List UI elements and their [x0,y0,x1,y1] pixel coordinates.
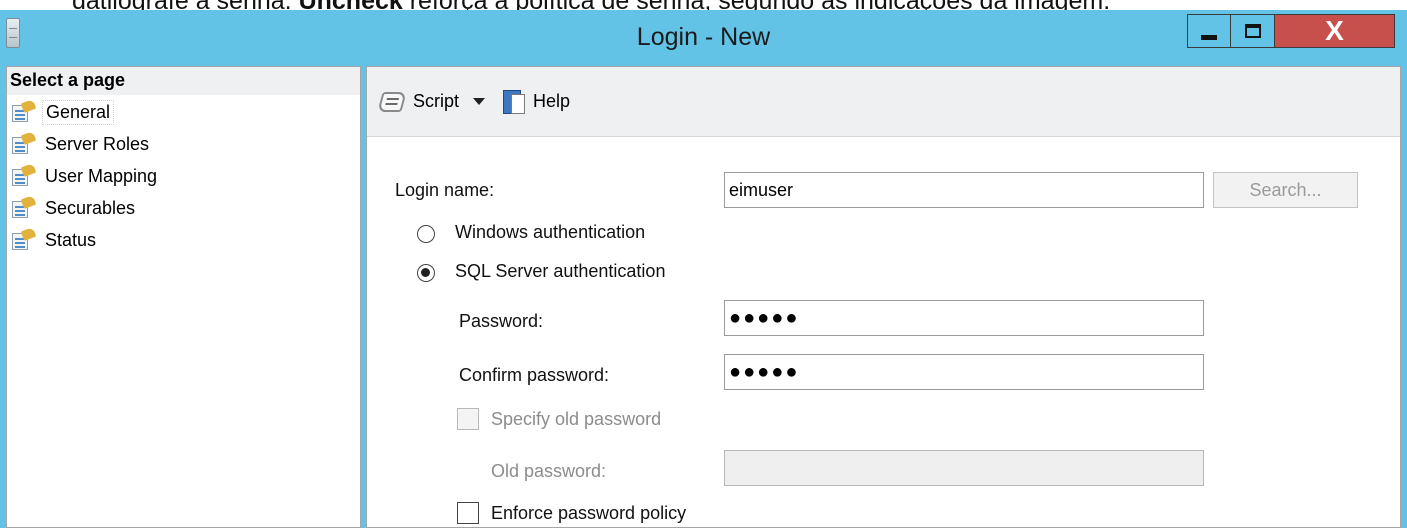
minimize-button[interactable] [1187,14,1231,48]
login-name-input[interactable]: eimuser [724,172,1204,208]
chevron-down-icon[interactable] [473,98,486,105]
sidebar-item-label: Status [45,229,97,250]
sidebar-item-user-mapping[interactable]: User Mapping [7,160,360,192]
sidebar-item-label: User Mapping [45,165,158,186]
minimize-icon [1201,34,1217,40]
enforce-password-policy-label: Enforce password policy [491,503,687,523]
script-button[interactable]: Script [377,89,491,115]
close-icon: X [1325,15,1344,46]
confirm-password-input[interactable]: ●●●●● [724,354,1204,390]
sidebar-item-securables[interactable]: Securables [7,192,360,224]
old-password-label: Old password: [491,461,607,481]
help-icon [501,88,527,116]
page-selector-panel: Select a page General Server Roles User … [6,66,361,528]
page-icon [10,227,37,251]
page-icon [10,163,37,187]
page-list: General Server Roles User Mapping Secura… [7,96,360,256]
script-label: Script [413,91,460,111]
page-icon [10,131,37,155]
enforce-password-policy-checkbox[interactable] [457,502,479,524]
sql-auth-radio[interactable] [417,264,435,282]
password-label: Password: [459,311,544,331]
script-icon [377,89,407,115]
windows-auth-label: Windows authentication [455,222,646,242]
sidebar-item-server-roles[interactable]: Server Roles [7,128,360,160]
page-icon [10,195,37,219]
specify-old-password-label: Specify old password [491,409,662,429]
old-password-input[interactable] [724,450,1204,486]
window-frame: Select a page General Server Roles User … [0,62,1407,528]
search-button[interactable]: Search... [1213,172,1358,208]
close-button[interactable]: X [1275,14,1395,48]
sidebar-item-label: General [42,99,115,125]
page-icon [10,99,37,123]
sidebar-item-label: Securables [45,197,136,218]
sidebar-item-label: Server Roles [45,133,150,154]
general-form: Login name: eimuser Search... Windows au… [367,138,1400,528]
help-label: Help [533,91,571,111]
password-input[interactable]: ●●●●● [724,300,1204,336]
toolbar: Script Help [367,67,1400,137]
sidebar-item-general[interactable]: General [7,96,360,128]
specify-old-password-checkbox[interactable] [457,408,479,430]
confirm-password-label: Confirm password: [459,365,610,385]
sidebar-item-status[interactable]: Status [7,224,360,256]
select-page-header: Select a page [7,67,360,95]
windows-auth-radio[interactable] [417,225,435,243]
title-bar[interactable]: Login - New X [0,10,1407,62]
sql-auth-label: SQL Server authentication [455,261,666,281]
login-name-label: Login name: [395,180,495,200]
content-panel: Script Help Login name: eimuser Search..… [366,66,1401,528]
maximize-icon [1244,24,1261,38]
maximize-button[interactable] [1231,14,1275,48]
help-button[interactable]: Help [501,88,570,116]
